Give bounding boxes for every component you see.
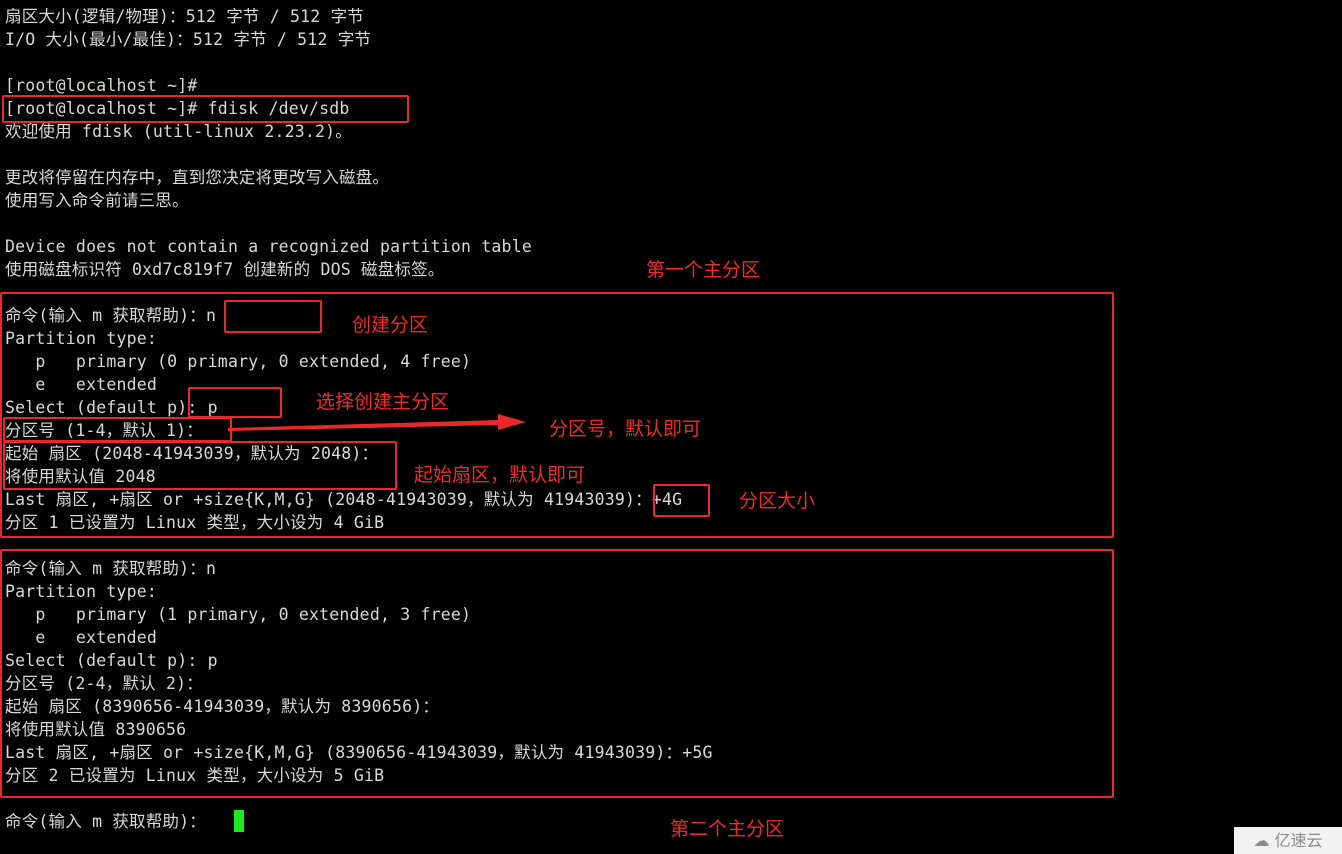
note-partition-size: 分区大小 xyxy=(739,490,816,512)
highlight-command-n xyxy=(224,300,322,333)
note-start-sector: 起始扇区，默认即可 xyxy=(414,464,586,486)
note-partition-number: 分区号，默认即可 xyxy=(549,418,702,440)
watermark-text: 亿速云 xyxy=(1274,831,1323,850)
terminal-cursor[interactable] xyxy=(234,810,244,832)
highlight-partition-number xyxy=(3,417,232,442)
highlight-second-partition-block xyxy=(0,549,1114,798)
note-first-primary: 第一个主分区 xyxy=(646,259,761,281)
terminal-line: 扇区大小(逻辑/物理)：512 字节 / 512 字节 xyxy=(5,7,364,26)
arrow-icon xyxy=(228,414,526,431)
highlight-start-sector xyxy=(3,441,397,490)
watermark: ☁ 亿速云 xyxy=(1234,827,1342,854)
terminal-line: Device does not contain a recognized par… xyxy=(5,237,532,256)
terminal-line: [root@localhost ~]# xyxy=(5,76,198,95)
terminal-line: 欢迎使用 fdisk (util-linux 2.23.2)。 xyxy=(5,122,352,141)
terminal-prompt-line: 命令(输入 m 获取帮助)： xyxy=(5,812,206,831)
note-create-partition: 创建分区 xyxy=(352,314,429,336)
terminal-line: I/O 大小(最小/最佳)：512 字节 / 512 字节 xyxy=(5,30,372,49)
cloud-logo-icon: ☁ xyxy=(1253,831,1270,850)
note-select-primary: 选择创建主分区 xyxy=(316,391,450,413)
terminal-line: 使用写入命令前请三思。 xyxy=(5,191,189,210)
note-second-primary: 第二个主分区 xyxy=(670,818,785,840)
highlight-fdisk-command xyxy=(2,95,409,123)
highlight-size-4g xyxy=(653,484,710,517)
terminal-line: 使用磁盘标识符 0xd7c819f7 创建新的 DOS 磁盘标签。 xyxy=(5,260,445,279)
highlight-first-partition-block xyxy=(0,292,1114,538)
terminal-line: 更改将停留在内存中，直到您决定将更改写入磁盘。 xyxy=(5,168,390,187)
